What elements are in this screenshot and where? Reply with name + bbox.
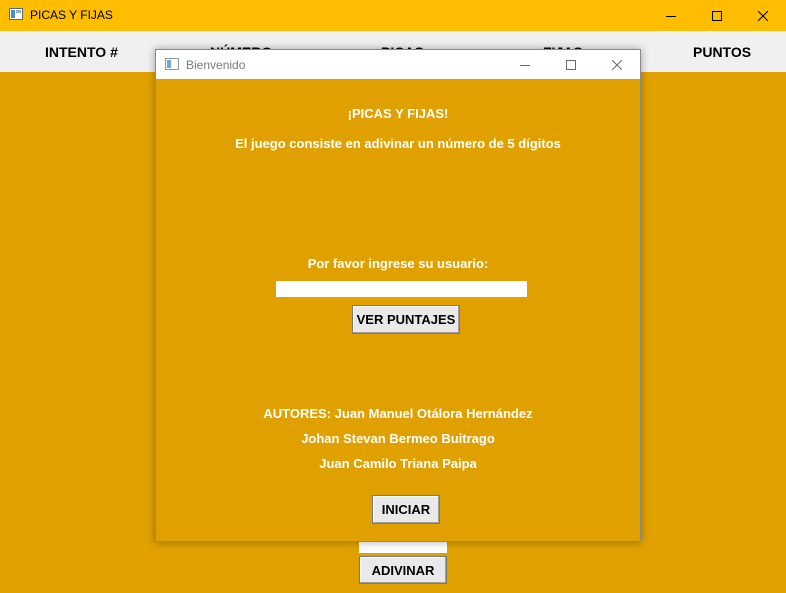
dialog-maximize-button[interactable] xyxy=(548,50,594,79)
guess-button[interactable]: ADIVINAR xyxy=(359,556,447,584)
authors-line-1: AUTORES: Juan Manuel Otálora Hernández xyxy=(263,406,533,421)
maximize-icon xyxy=(566,59,576,70)
username-input[interactable] xyxy=(276,281,527,297)
authors-line-2: Johan Stevan Bermeo Buitrago xyxy=(301,431,495,446)
dialog-heading: ¡PICAS Y FIJAS! xyxy=(347,106,449,121)
column-header-puntos: PUNTOS xyxy=(693,44,752,60)
authors-line-3: Juan Camilo Triana Paipa xyxy=(319,456,477,471)
dialog-close-button[interactable] xyxy=(594,50,640,79)
column-header-intento: INTENTO # xyxy=(45,44,118,60)
close-icon xyxy=(758,10,768,21)
minimize-icon xyxy=(520,64,530,66)
main-window-title: PICAS Y FIJAS xyxy=(30,8,113,22)
user-prompt-label: Por favor ingrese su usuario: xyxy=(307,256,489,271)
close-icon xyxy=(612,59,622,70)
dialog-minimize-button[interactable] xyxy=(502,50,548,79)
dialog-window-icon xyxy=(165,58,179,70)
dialog-title: Bienvenido xyxy=(186,58,246,72)
main-titlebar[interactable]: PICAS Y FIJAS xyxy=(0,0,786,31)
dialog-titlebar[interactable]: Bienvenido xyxy=(156,50,640,79)
minimize-button[interactable] xyxy=(648,0,694,31)
app-window-icon xyxy=(9,8,23,20)
welcome-dialog: Bienvenido ¡PICAS Y FIJAS! El juego cons… xyxy=(155,49,641,542)
minimize-icon xyxy=(666,15,676,17)
close-button[interactable] xyxy=(740,0,786,31)
maximize-button[interactable] xyxy=(694,0,740,31)
start-button[interactable]: INICIAR xyxy=(372,495,440,524)
view-scores-button[interactable]: VER PUNTAJES xyxy=(352,305,460,334)
maximize-icon xyxy=(712,10,722,21)
game-description: El juego consiste en adivinar un número … xyxy=(235,136,561,151)
